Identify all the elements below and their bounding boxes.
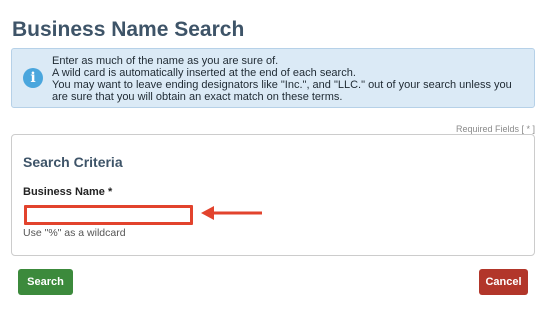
info-text: Enter as much of the name as you are sur… xyxy=(52,55,528,103)
info-box: i Enter as much of the name as you are s… xyxy=(11,48,535,108)
search-criteria-panel: Search Criteria Business Name * Use "%" … xyxy=(11,134,535,256)
arrow-left-icon xyxy=(201,206,262,220)
info-line: You may want to leave ending designators… xyxy=(52,79,512,91)
cancel-button[interactable]: Cancel xyxy=(479,269,528,295)
info-line: A wild card is automatically inserted at… xyxy=(52,67,356,79)
wildcard-help-text: Use "%" as a wildcard xyxy=(23,227,126,239)
search-button[interactable]: Search xyxy=(18,269,73,295)
info-line: Enter as much of the name as you are sur… xyxy=(52,55,279,67)
business-name-label: Business Name * xyxy=(23,186,113,198)
page-title: Business Name Search xyxy=(12,18,245,41)
required-fields-note: Required Fields [ * ] xyxy=(455,124,535,134)
info-line: are sure that you will obtain an exact m… xyxy=(52,91,343,103)
business-name-search-page: Business Name Search i Enter as much of … xyxy=(0,0,550,325)
business-name-input[interactable] xyxy=(24,205,193,225)
panel-heading: Search Criteria xyxy=(23,154,123,170)
info-icon: i xyxy=(23,68,43,88)
